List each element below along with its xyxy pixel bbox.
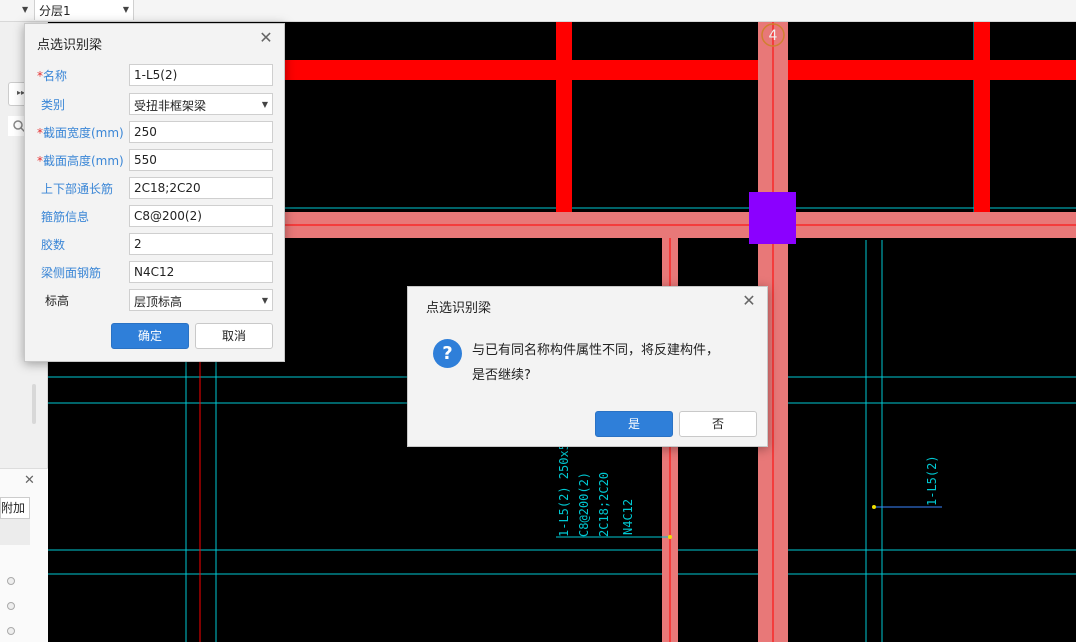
- toolbar-chevron-down-icon[interactable]: ▼: [22, 5, 28, 14]
- field-label-side-rebar: 梁侧面钢筋: [41, 266, 102, 280]
- field-label-height: 截面高度(mm): [43, 154, 124, 168]
- section-height-input[interactable]: 550: [129, 149, 273, 171]
- field-row-side-rebar: 梁侧面钢筋 N4C12: [25, 261, 286, 283]
- panel-scrollbar[interactable]: [32, 384, 36, 424]
- snap-point: [668, 535, 672, 539]
- field-row-elevation: 标高 层顶标高 ▼: [25, 289, 286, 311]
- layer-select[interactable]: 分层1 ▼: [34, 0, 134, 20]
- elevation-select-value: 层顶标高: [134, 295, 183, 309]
- tab-fujia-label: 附加: [1, 501, 26, 515]
- field-row-category: 类别 受扭非框架梁 ▼: [25, 93, 286, 115]
- field-label-name: 名称: [43, 69, 68, 83]
- field-label-legs: 胶数: [41, 238, 66, 252]
- field-label-stirrup: 箍筋信息: [41, 210, 90, 224]
- chevron-down-icon: ▼: [122, 5, 129, 14]
- radio-option[interactable]: [7, 577, 15, 585]
- lower-panel: ✕ 附加: [0, 468, 48, 642]
- layer-select-value: 分层1: [39, 4, 71, 18]
- field-row-legs: 胶数 2: [25, 233, 286, 255]
- cancel-button[interactable]: 取消: [195, 323, 273, 349]
- legs-input[interactable]: 2: [129, 233, 273, 255]
- field-label-category: 类别: [41, 98, 66, 112]
- field-row-height: *截面高度(mm) 550: [25, 149, 286, 171]
- confirm-dialog: 点选识别梁 ✕ ? 与已有同名称构件属性不同，将反建构件， 是否继续? 是 否: [407, 286, 768, 447]
- elevation-select[interactable]: 层顶标高 ▼: [129, 289, 273, 311]
- category-select-value: 受扭非框架梁: [134, 99, 207, 113]
- yes-button[interactable]: 是: [595, 411, 673, 437]
- annotation-line-4: N4C12: [621, 499, 635, 535]
- confirm-message-line-1: 与已有同名称构件属性不同，将反建构件，: [472, 343, 720, 358]
- section-width-input[interactable]: 250: [129, 121, 273, 143]
- field-row-name: *名称 1-L5(2): [25, 64, 286, 86]
- question-icon: ?: [433, 339, 462, 368]
- right-beam-label: 1-L5(2): [925, 455, 939, 506]
- radio-option[interactable]: [7, 602, 15, 610]
- annotation-line-3: 2C18;2C20: [597, 472, 611, 537]
- stirrup-input[interactable]: C8@200(2): [129, 205, 273, 227]
- chevron-down-icon: ▼: [261, 296, 268, 305]
- side-rebar-input[interactable]: N4C12: [129, 261, 273, 283]
- ok-button[interactable]: 确定: [111, 323, 189, 349]
- no-button[interactable]: 否: [679, 411, 757, 437]
- field-row-width: *截面宽度(mm) 250: [25, 121, 286, 143]
- property-header: [0, 519, 30, 545]
- category-select[interactable]: 受扭非框架梁 ▼: [129, 93, 273, 115]
- dialog-title: 点选识别梁: [37, 38, 103, 53]
- close-icon[interactable]: ✕: [741, 293, 757, 309]
- close-icon[interactable]: ✕: [24, 473, 35, 488]
- snap-point: [872, 505, 876, 509]
- axis-marker-label: 4: [769, 28, 778, 44]
- field-row-longitudinal-rebar: 上下部通长筋 2C18;2C20: [25, 177, 286, 199]
- field-label-width: 截面宽度(mm): [43, 126, 124, 140]
- field-label-longitudinal-rebar: 上下部通长筋: [41, 182, 114, 196]
- top-toolbar: ▼ 分层1 ▼: [0, 0, 1076, 22]
- name-input[interactable]: 1-L5(2): [129, 64, 273, 86]
- confirm-message-line-2: 是否继续?: [472, 368, 531, 383]
- column-purple: [749, 192, 796, 244]
- field-row-stirrup: 箍筋信息 C8@200(2): [25, 205, 286, 227]
- annotation-line-2: C8@200(2): [577, 472, 591, 537]
- close-icon[interactable]: ✕: [258, 30, 274, 46]
- dialog-title: 点选识别梁: [426, 301, 492, 316]
- field-label-elevation: 标高: [45, 294, 70, 308]
- chevron-down-icon: ▼: [261, 100, 268, 109]
- beam-recognition-dialog: 点选识别梁 ✕ *名称 1-L5(2) 类别 受扭非框架梁 ▼ *截面宽度(mm…: [24, 23, 285, 362]
- beam-red: [284, 22, 1076, 223]
- longitudinal-rebar-input[interactable]: 2C18;2C20: [129, 177, 273, 199]
- radio-option[interactable]: [7, 627, 15, 635]
- tab-fujia[interactable]: 附加: [0, 497, 30, 519]
